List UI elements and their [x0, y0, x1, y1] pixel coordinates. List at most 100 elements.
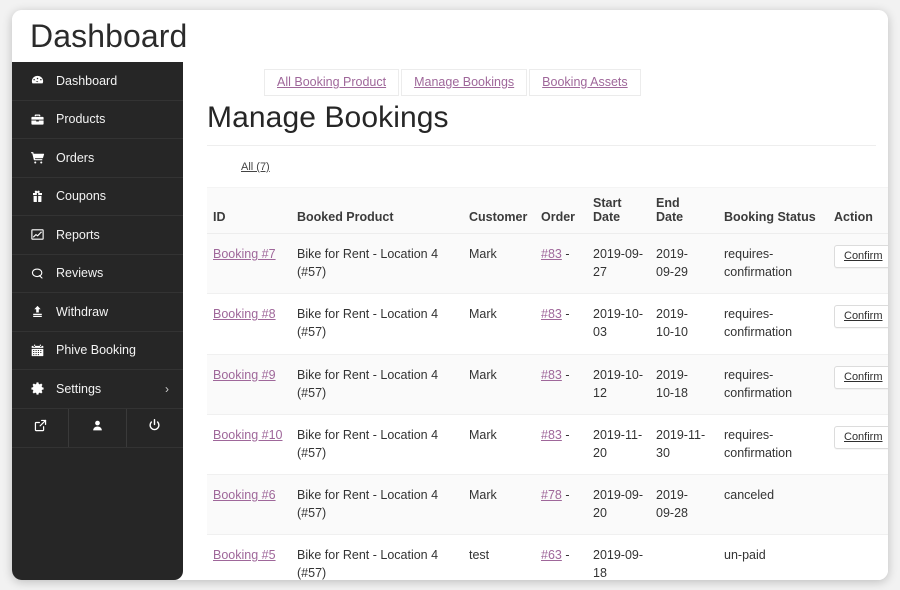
cell-booked-product: Bike for Rent - Location 4 (#57): [291, 534, 463, 580]
cell-start-date: 2019-09-27: [587, 233, 650, 295]
sidebar-item-withdraw[interactable]: Withdraw: [12, 293, 183, 332]
app-window: Dashboard Dashboard Products Orders Coup…: [12, 10, 888, 580]
booking-id-link[interactable]: Booking #5: [213, 548, 276, 562]
sidebar-item-label: Reviews: [56, 266, 104, 281]
column-header-start-date[interactable]: Start Date: [587, 187, 650, 234]
cell-action: Confirm: [828, 293, 888, 355]
order-suffix: -: [561, 367, 570, 382]
tab-booking-assets[interactable]: Booking Assets: [529, 69, 641, 96]
confirm-button[interactable]: Confirm: [834, 245, 888, 268]
cell-booking-id: Booking #10: [207, 414, 291, 476]
tab-all-booking-product[interactable]: All Booking Product: [264, 69, 400, 96]
tab-manage-bookings[interactable]: Manage Bookings: [401, 69, 528, 96]
booking-id-link[interactable]: Booking #7: [213, 247, 276, 261]
sidebar-item-label: Phive Booking: [56, 343, 136, 358]
cell-booking-status: requires-confirmation: [712, 293, 828, 355]
cell-customer: Mark: [463, 414, 535, 476]
page-header-title: Dashboard: [30, 18, 188, 54]
cell-end-date: 2019-09-28: [650, 474, 712, 536]
sidebar-item-label: Settings: [56, 381, 102, 396]
cell-action: Confirm: [828, 354, 888, 415]
cell-booking-id: Booking #7: [207, 233, 291, 295]
cell-end-date: 2019-10-18: [650, 354, 712, 415]
order-suffix: -: [561, 307, 570, 322]
cell-customer: Mark: [463, 354, 535, 415]
column-header-booking-status[interactable]: Booking Status: [712, 187, 828, 234]
comment-icon: [30, 266, 56, 281]
app-header: Dashboard: [12, 10, 888, 62]
sidebar-item-coupons[interactable]: Coupons: [12, 178, 183, 216]
gift-icon: [30, 189, 56, 204]
order-link[interactable]: #83: [541, 428, 562, 442]
column-header-customer[interactable]: Customer: [463, 187, 535, 234]
column-header-order[interactable]: Order: [535, 187, 587, 234]
cell-order: #83 -: [535, 293, 587, 355]
cell-booking-id: Booking #5: [207, 534, 291, 580]
table-row: Booking #9 Bike for Rent - Location 4 (#5…: [207, 354, 888, 415]
order-suffix: -: [561, 548, 570, 563]
order-link[interactable]: #83: [541, 307, 562, 321]
sidebar-item-orders[interactable]: Orders: [12, 139, 183, 178]
tab-bar: All Booking Product Manage Bookings Book…: [207, 62, 878, 96]
cell-booking-status: requires-confirmation: [712, 354, 828, 415]
table-row: Booking #5 Bike for Rent - Location 4 (#5…: [207, 534, 888, 580]
column-header-action[interactable]: Action: [828, 187, 888, 234]
bookings-table: ID Booked Product Customer Order Start D…: [207, 187, 888, 580]
filter-all-link[interactable]: All (7): [241, 161, 270, 173]
calendar-icon: [30, 343, 56, 358]
table-row: Booking #10 Bike for Rent - Location 4 (#…: [207, 414, 888, 476]
cell-order: #83 -: [535, 354, 587, 415]
booking-id-link[interactable]: Booking #9: [213, 368, 276, 382]
sidebar-item-settings[interactable]: Settings ›: [12, 370, 183, 409]
column-header-end-date[interactable]: End Date: [650, 187, 712, 234]
power-icon: [147, 418, 162, 438]
main-content: All Booking Product Manage Bookings Book…: [183, 62, 888, 580]
cell-action: [828, 474, 888, 536]
sidebar-item-phive-booking[interactable]: Phive Booking: [12, 332, 183, 370]
table-row: Booking #6 Bike for Rent - Location 4 (#5…: [207, 474, 888, 536]
chevron-right-icon: ›: [165, 381, 169, 396]
cell-order: #63 -: [535, 534, 587, 580]
order-link[interactable]: #83: [541, 368, 562, 382]
sidebar-item-products[interactable]: Products: [12, 101, 183, 139]
table-row: Booking #7 Bike for Rent - Location 4 (#5…: [207, 233, 888, 295]
cell-booking-status: un-paid: [712, 534, 828, 580]
column-header-id[interactable]: ID: [207, 187, 291, 234]
order-link[interactable]: #78: [541, 488, 562, 502]
cell-customer: Mark: [463, 474, 535, 536]
user-profile-button[interactable]: [69, 408, 127, 447]
cell-booking-status: canceled: [712, 474, 828, 536]
sidebar-item-reviews[interactable]: Reviews: [12, 255, 183, 293]
confirm-button[interactable]: Confirm: [834, 425, 888, 449]
gauge-icon: [30, 73, 56, 88]
sidebar-item-label: Orders: [56, 150, 95, 165]
upload-icon: [30, 304, 56, 319]
confirm-button[interactable]: Confirm: [834, 365, 888, 389]
booking-id-link[interactable]: Booking #8: [213, 307, 276, 321]
cell-end-date: 2019-10-10: [650, 293, 712, 355]
sidebar-item-reports[interactable]: Reports: [12, 216, 183, 255]
confirm-button[interactable]: Confirm: [834, 305, 888, 329]
sidebar-item-dashboard[interactable]: Dashboard: [12, 62, 183, 101]
cell-booked-product: Bike for Rent - Location 4 (#57): [291, 293, 463, 355]
cell-end-date: [650, 534, 712, 580]
order-suffix: -: [561, 427, 570, 442]
cell-order: #78 -: [535, 474, 587, 536]
booking-id-link[interactable]: Booking #10: [213, 428, 283, 442]
cell-customer: test: [463, 534, 535, 580]
order-link[interactable]: #83: [541, 247, 562, 261]
user-icon: [90, 418, 105, 438]
sidebar-item-label: Reports: [56, 227, 100, 242]
cell-booking-status: requires-confirmation: [712, 414, 828, 476]
column-header-booked-product[interactable]: Booked Product: [291, 187, 463, 234]
sidebar-item-label: Coupons: [56, 189, 107, 204]
logout-button[interactable]: [127, 409, 183, 447]
visit-store-button[interactable]: [12, 408, 70, 447]
cell-booking-status: requires-confirmation: [712, 233, 828, 295]
chart-line-icon: [30, 227, 56, 242]
order-suffix: -: [561, 247, 570, 261]
booking-id-link[interactable]: Booking #6: [213, 488, 276, 502]
order-link[interactable]: #63: [541, 548, 562, 562]
external-link-icon: [33, 418, 48, 438]
page-title: Manage Bookings: [207, 101, 449, 134]
